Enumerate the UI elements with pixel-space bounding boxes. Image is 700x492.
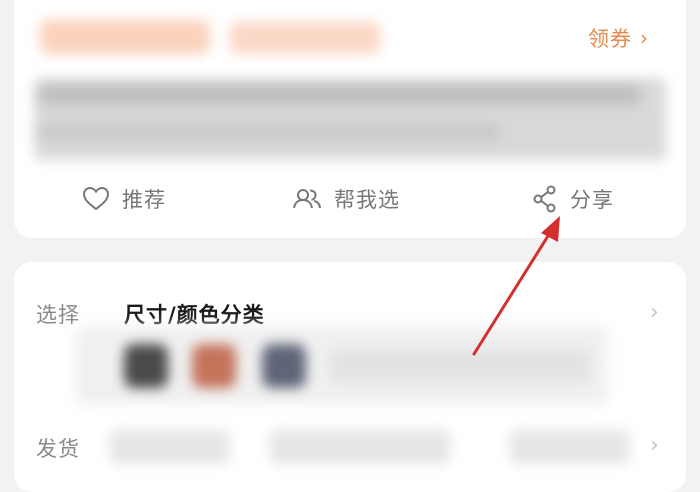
- share-button[interactable]: 分享: [532, 182, 614, 216]
- blurred-variant-text: [330, 350, 590, 382]
- select-label: 选择: [36, 303, 80, 327]
- blurred-shipping-info: [270, 430, 450, 464]
- chevron-right-icon[interactable]: ›: [650, 433, 659, 458]
- blurred-shipping-info: [510, 430, 630, 464]
- blurred-product-title-line: [40, 124, 500, 140]
- heart-icon: [82, 186, 110, 212]
- chevron-right-icon: ›: [640, 26, 649, 50]
- shipping-label: 发货: [36, 437, 80, 461]
- variant-thumbnail[interactable]: [192, 344, 236, 388]
- help-choose-button[interactable]: 帮我选: [292, 182, 400, 216]
- share-icon: [532, 185, 558, 213]
- size-color-option[interactable]: 尺寸/颜色分类: [124, 299, 265, 329]
- blurred-price-tag: [230, 22, 380, 54]
- recommend-label: 推荐: [122, 188, 166, 212]
- variant-thumbnail[interactable]: [124, 344, 168, 388]
- people-icon: [292, 187, 322, 211]
- blurred-product-title-line: [40, 86, 640, 104]
- share-label: 分享: [570, 188, 614, 212]
- coupon-button[interactable]: 领券 ›: [588, 24, 649, 52]
- help-choose-label: 帮我选: [334, 188, 400, 212]
- coupon-label: 领券: [588, 27, 632, 51]
- blurred-price-tag: [40, 20, 210, 54]
- blurred-shipping-info: [110, 430, 230, 464]
- variant-thumbnail[interactable]: [262, 344, 306, 388]
- chevron-right-icon[interactable]: ›: [650, 300, 659, 325]
- recommend-button[interactable]: 推荐: [82, 182, 166, 216]
